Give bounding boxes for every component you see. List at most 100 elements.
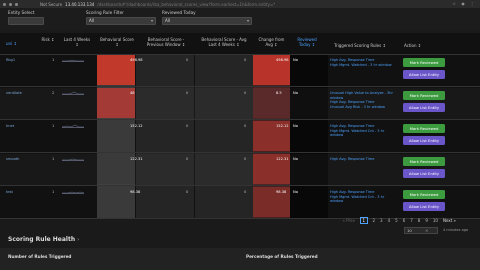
- scoring-rule-health-title: Scoring Rule Health: [8, 236, 76, 243]
- pager-page-button[interactable]: 5: [395, 218, 398, 223]
- allow-list-entity-button[interactable]: Allow List Entity: [403, 70, 445, 79]
- reviewed-today-value: All: [165, 18, 170, 23]
- address-bar[interactable]: Not Secure 13.40.133.134 /dashboards#!/d…: [40, 1, 450, 7]
- header-avg-4weeks[interactable]: Behavioral Score - Avg Last 4 Weeks ↕: [198, 37, 250, 47]
- table-row: flbg1 1 498.98 0 0 498.98 No High Avg. R…: [0, 55, 480, 87]
- header-change[interactable]: Change from Avg ↕: [255, 37, 288, 47]
- allow-list-entity-button[interactable]: Allow List Entity: [403, 136, 445, 145]
- avg-4weeks-value: 0: [244, 91, 247, 95]
- triggered-rules[interactable]: High Avg. Response Time: [330, 157, 398, 162]
- risk-value: 2: [52, 91, 55, 95]
- table-row: smooth 1 122.31 0 0 122.31 No High Avg. …: [0, 154, 480, 186]
- allow-list-entity-button[interactable]: Allow List Entity: [403, 103, 445, 112]
- entity-link[interactable]: hnet: [6, 124, 14, 128]
- behavioral-score-value: 98.38: [130, 190, 141, 194]
- reviewed-value: No: [293, 190, 298, 194]
- pager-page-button[interactable]: 10: [433, 218, 438, 223]
- pager-page-button[interactable]: 9: [425, 218, 428, 223]
- avg-4weeks-value: 0: [244, 58, 247, 62]
- header-last4weeks[interactable]: Last 4 Weeks ↕: [62, 37, 92, 47]
- pager-page-button[interactable]: 2: [373, 218, 376, 223]
- pager-next-button[interactable]: Next »: [443, 218, 456, 223]
- browser-toolbar: Not Secure 13.40.133.134 /dashboards#!/d…: [0, 0, 480, 8]
- clear-icon[interactable]: ✕: [425, 228, 428, 233]
- section-title[interactable]: Scoring Rule Health ›: [8, 236, 79, 243]
- header-prev-window[interactable]: Behavioral Score - Previous Window ↕: [140, 37, 192, 47]
- mark-reviewed-button[interactable]: Mark Reviewed: [403, 58, 445, 67]
- header-behavioral-score[interactable]: Behavioral Score ↕: [100, 37, 134, 47]
- sparkline: [62, 58, 84, 62]
- allow-list-entity-button[interactable]: Allow List Entity: [403, 202, 445, 211]
- pager-prev-button[interactable]: « Prev: [343, 218, 355, 223]
- forward-icon[interactable]: [9, 2, 12, 6]
- dashboard-page: Not Secure 13.40.133.134 /dashboards#!/d…: [0, 0, 480, 270]
- entity-link[interactable]: flbg1: [6, 58, 15, 62]
- triggered-rules[interactable]: Unusual High Value to Analyze - 3hr wind…: [330, 91, 398, 109]
- header-risk[interactable]: Risk ↕: [38, 37, 58, 42]
- header-action[interactable]: Action ↕: [404, 43, 421, 48]
- scoring-rule-filter-dropdown[interactable]: All ▾: [86, 17, 156, 25]
- triggered-rules[interactable]: High Avg. Response Time High Mgmt. Watch…: [330, 124, 398, 138]
- table-row: test 1 98.38 0 0 98.38 No High Avg. Resp…: [0, 187, 480, 219]
- pager-page-button[interactable]: 1: [359, 216, 368, 224]
- entity-select-label: Entity Select: [8, 10, 35, 15]
- header-rules[interactable]: Triggered Scoring Rules ↕: [330, 43, 390, 48]
- sparkline: [62, 190, 84, 194]
- mark-reviewed-button[interactable]: Mark Reviewed: [403, 190, 445, 199]
- table-row: hnet 1 152.12 0 0 152.12 No High Avg. Re…: [0, 121, 480, 153]
- pager-page-button[interactable]: 8: [418, 218, 421, 223]
- rules-triggered-count-label: Number of Rules Triggered: [8, 254, 72, 259]
- risk-value: 1: [52, 124, 55, 128]
- avg-4weeks-value: 0: [244, 190, 247, 194]
- change-value: 152.12: [276, 124, 289, 128]
- pager-page-button[interactable]: 7: [410, 218, 413, 223]
- triggered-rules[interactable]: High Avg. Response Time High Mgmt. Watch…: [330, 58, 398, 67]
- change-value: 498.98: [276, 58, 289, 62]
- security-label: Not Secure: [40, 1, 63, 7]
- chevron-down-icon: ▾: [246, 18, 249, 23]
- change-value: 122.31: [276, 157, 289, 161]
- avg-4weeks-value: 0: [244, 157, 247, 161]
- entity-link[interactable]: smooth: [6, 157, 19, 161]
- pager-page-button[interactable]: 6: [403, 218, 406, 223]
- prev-window-value: 0: [186, 124, 189, 128]
- mark-reviewed-button[interactable]: Mark Reviewed: [403, 91, 445, 100]
- triggered-rules[interactable]: High Avg. Response Time High Mgmt. Watch…: [330, 190, 398, 204]
- page-size-select[interactable]: 10 ✕: [404, 227, 438, 234]
- change-value: 98.38: [276, 190, 287, 194]
- header-entity[interactable]: uni ↕: [6, 41, 17, 46]
- prev-window-value: 0: [186, 58, 189, 62]
- prev-window-value: 0: [186, 157, 189, 161]
- reviewed-today-label: Reviewed Today: [162, 10, 196, 15]
- last-updated: 4 minutes ago: [443, 228, 469, 232]
- pager-page-button[interactable]: 3: [380, 218, 383, 223]
- reviewed-value: No: [293, 157, 298, 161]
- scoring-rule-filter-value: All: [89, 18, 94, 23]
- mark-reviewed-button[interactable]: Mark Reviewed: [403, 124, 445, 133]
- extension-icons[interactable]: ☆ ◉ ⋮: [452, 1, 476, 6]
- prev-window-value: 0: [186, 91, 189, 95]
- url-host: 13.40.133.134: [65, 1, 95, 7]
- reviewed-today-dropdown[interactable]: All ▾: [162, 17, 252, 25]
- scores-table: uni ↕ Risk ↕ Last 4 Weeks ↕ Behavioral S…: [0, 33, 480, 219]
- pager-page-button[interactable]: 4: [388, 218, 391, 223]
- prev-window-value: 0: [186, 190, 189, 194]
- chevron-down-icon: ▾: [150, 18, 153, 23]
- mark-reviewed-button[interactable]: Mark Reviewed: [403, 157, 445, 166]
- sparkline: [62, 157, 84, 161]
- back-icon[interactable]: [3, 2, 6, 6]
- entity-select-input[interactable]: [8, 17, 44, 25]
- scoring-rule-health-panel: Number of Rules Triggered Percentage of …: [0, 248, 480, 270]
- chevron-right-icon: ›: [77, 237, 80, 243]
- rules-triggered-percent-label: Percentage of Rules Triggered: [246, 254, 318, 259]
- behavioral-score-value: 498.98: [130, 58, 143, 62]
- allow-list-entity-button[interactable]: Allow List Entity: [403, 169, 445, 178]
- header-reviewed[interactable]: Reviewed Today ↕: [292, 37, 322, 47]
- reload-icon[interactable]: [15, 2, 18, 6]
- entity-link[interactable]: ventilate: [6, 91, 22, 95]
- entity-link[interactable]: test: [6, 190, 13, 194]
- sparkline: [62, 91, 84, 95]
- pagination: « Prev 1 2 3 4 5 6 7 8 9 10 Next »: [340, 216, 459, 224]
- risk-value: 1: [52, 190, 55, 194]
- risk-value: 1: [52, 157, 55, 161]
